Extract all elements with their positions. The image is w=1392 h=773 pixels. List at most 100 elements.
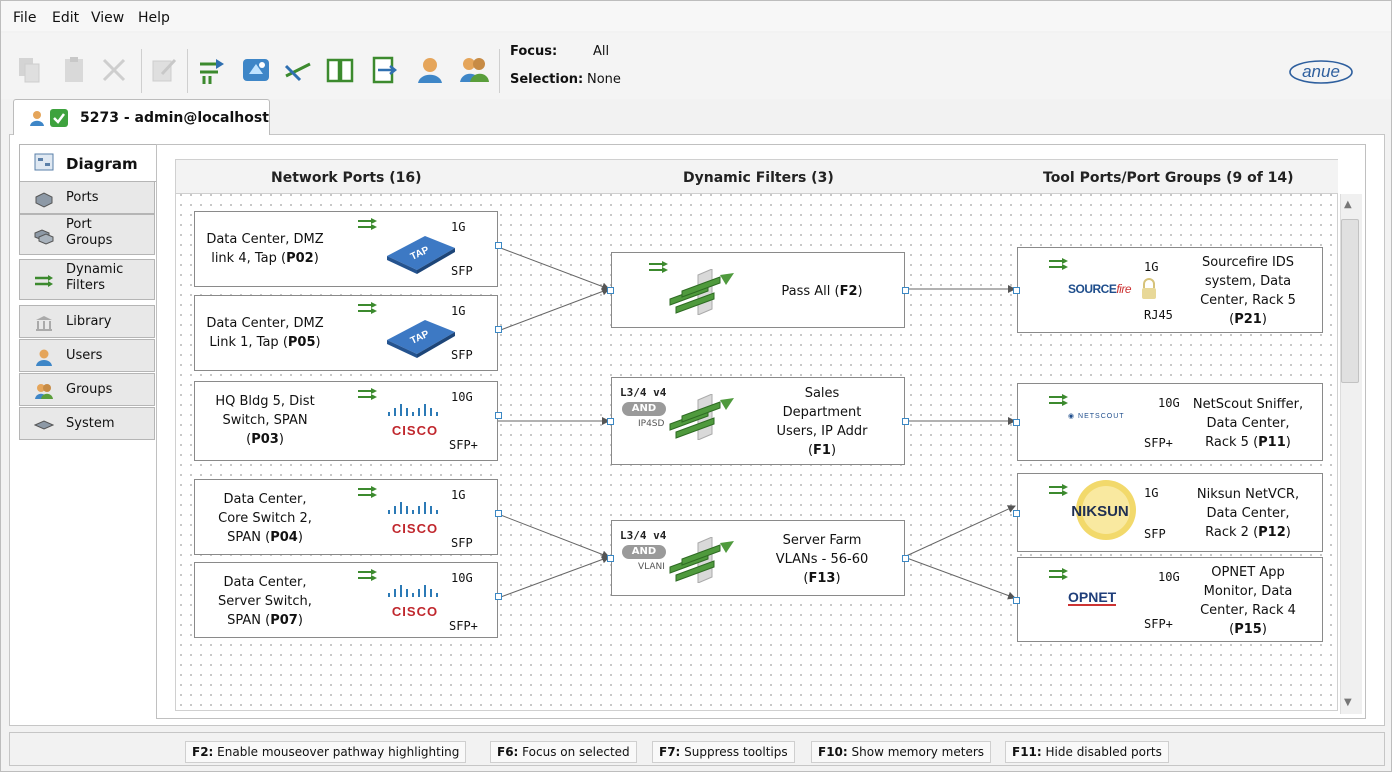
name-suffix: ) <box>1285 435 1291 450</box>
port-connector-type: SFP+ <box>449 619 478 633</box>
node-id: P04 <box>270 530 298 545</box>
grip-icon <box>357 300 379 314</box>
grip-icon <box>357 216 379 230</box>
filter-type-label: L3/4 v4 <box>620 529 667 542</box>
tool-port-node[interactable]: NIKSUN 1G SFP Niksun NetVCR, Data Center, Rac… <box>1013 473 1323 552</box>
port-connector-type: SFP <box>451 264 473 278</box>
hint-f10: F10: Show memory meters <box>811 741 992 763</box>
tool-port-node[interactable]: ◉ NETSCOUT 10G SFP+ NetScout Sniffer, Data C… <box>1013 383 1323 461</box>
network-port-node[interactable]: Data Center, Core Switch 2, SPAN (P04) CISC… <box>194 479 502 555</box>
node-id: P05 <box>287 335 316 350</box>
filter-type-label: L3/4 v4 <box>620 386 667 399</box>
connector-port[interactable] <box>902 418 909 425</box>
name-line: Link 1, Tap ( <box>209 335 288 350</box>
connector-port[interactable] <box>495 242 502 249</box>
connector-port[interactable] <box>902 287 909 294</box>
node-id: F13 <box>808 571 836 586</box>
name-line: Rack 2 ( <box>1205 525 1259 540</box>
grip-icon <box>357 484 379 498</box>
app-window: File Edit View Help Focus: All Selection… <box>0 0 1392 772</box>
connector-port[interactable] <box>495 326 502 333</box>
filter-node[interactable]: L3/4 v4 AND VLANI Server Farm VLANs - 56-60(… <box>607 520 909 596</box>
name-suffix: ) <box>278 432 284 447</box>
network-port-node[interactable]: Data Center, DMZ Link 1, Tap (P05) TAP 1G SF… <box>194 295 502 371</box>
name-suffix: ) <box>1261 312 1267 327</box>
name-line: Server Farm <box>782 533 862 548</box>
name-line: Switch, SPAN <box>222 413 308 428</box>
name-line: OPNET App <box>1211 565 1285 580</box>
connector-port[interactable] <box>495 412 502 419</box>
name-line: SPAN ( <box>227 530 271 545</box>
port-speed: 1G <box>1144 486 1159 500</box>
name-suffix: ) <box>297 530 303 545</box>
name-line: Center, Rack 4 <box>1200 603 1296 618</box>
name-line: Data Center, <box>1206 506 1290 521</box>
node-id: P11 <box>1258 435 1286 450</box>
connector-port[interactable] <box>1013 597 1020 604</box>
connector-port[interactable] <box>495 510 502 517</box>
connector-port[interactable] <box>607 287 614 294</box>
grip-icon <box>1048 566 1070 580</box>
port-speed: 10G <box>451 390 473 404</box>
filter-node[interactable]: L3/4 v4 AND IP4SD Sales Department Users, IP … <box>607 377 909 465</box>
name-line: Data Center, <box>223 575 307 590</box>
name-line: Rack 5 ( <box>1205 435 1259 450</box>
grip-icon <box>648 259 670 273</box>
network-port-node[interactable]: Data Center, Server Switch, SPAN (P07) CISC… <box>194 562 502 638</box>
port-connector-type: SFP+ <box>449 438 478 452</box>
name-suffix: ) <box>1285 525 1291 540</box>
cisco-logo: CISCO <box>385 498 445 536</box>
connector-port[interactable] <box>607 555 614 562</box>
port-speed: 1G <box>1144 260 1159 274</box>
tap-device-icon: TAP <box>383 230 459 274</box>
network-port-node[interactable]: HQ Bldg 5, Dist Switch, SPAN (P03) CISCO 10G… <box>194 381 502 461</box>
node-id: P02 <box>286 251 314 266</box>
connector-port[interactable] <box>902 555 909 562</box>
cisco-logo: CISCO <box>385 581 445 619</box>
node-name: Sales Department Users, IP Addr (F1) <box>752 384 892 460</box>
port-speed: 1G <box>451 488 466 502</box>
connector-port[interactable] <box>1013 510 1020 517</box>
and-badge: AND <box>622 402 666 416</box>
name-line: Department <box>782 405 862 420</box>
node-id: F2 <box>839 284 858 299</box>
connector-port[interactable] <box>1013 419 1020 426</box>
name-suffix: ) <box>315 335 321 350</box>
name-line: Sales <box>804 386 840 401</box>
filter-icon <box>668 393 744 441</box>
name-line: HQ Bldg 5, Dist <box>215 394 315 409</box>
name-line: Niksun NetVCR, <box>1196 487 1300 502</box>
node-name: HQ Bldg 5, Dist Switch, SPAN (P03) <box>195 392 335 449</box>
cisco-logo: CISCO <box>385 400 445 438</box>
filter-subtype: IP4SD <box>638 419 665 429</box>
node-name: Sourcefire IDS system, Data Center, Rack 5… <box>1184 253 1312 329</box>
tool-port-node[interactable]: OPNET 10G SFP+ OPNET App Monitor, Data Center… <box>1013 557 1323 642</box>
grip-icon <box>357 567 379 581</box>
port-speed: 1G <box>451 220 466 234</box>
tool-port-node[interactable]: SOURCEfire 1G RJ45 Sourcefire IDS system, Da… <box>1013 247 1323 333</box>
port-connector-type: SFP+ <box>1144 617 1173 631</box>
name-suffix: ) <box>835 571 841 586</box>
name-line: Data Center, <box>223 492 307 507</box>
name-line: SPAN ( <box>227 613 271 628</box>
grip-icon <box>357 386 379 400</box>
connector-port[interactable] <box>1013 287 1020 294</box>
name-line: Pass All ( <box>781 284 840 299</box>
port-connector-type: SFP <box>451 536 473 550</box>
name-line: VLANs - 56-60 <box>775 552 869 567</box>
port-connector-type: SFP <box>451 348 473 362</box>
node-name: Server Farm VLANs - 56-60 (F13) <box>752 531 892 588</box>
svg-text:NIKSUN: NIKSUN <box>1071 503 1129 520</box>
node-name: Niksun NetVCR, Data Center, Rack 2 (P12) <box>1184 485 1312 542</box>
connector-port[interactable] <box>495 593 502 600</box>
network-port-node[interactable]: Data Center, DMZ link 4, Tap (P02) TAP 1G SF… <box>194 211 502 287</box>
filter-node[interactable]: Pass All (F2) <box>607 252 909 328</box>
grip-icon <box>1048 256 1070 270</box>
node-id: P07 <box>270 613 298 628</box>
filter-icon <box>668 268 744 316</box>
node-id: P12 <box>1258 525 1286 540</box>
name-line: Data Center, <box>1206 416 1290 431</box>
connector-port[interactable] <box>607 418 614 425</box>
name-line: Center, Rack 5 <box>1200 293 1296 308</box>
name-line: Users, IP Addr <box>776 424 868 439</box>
